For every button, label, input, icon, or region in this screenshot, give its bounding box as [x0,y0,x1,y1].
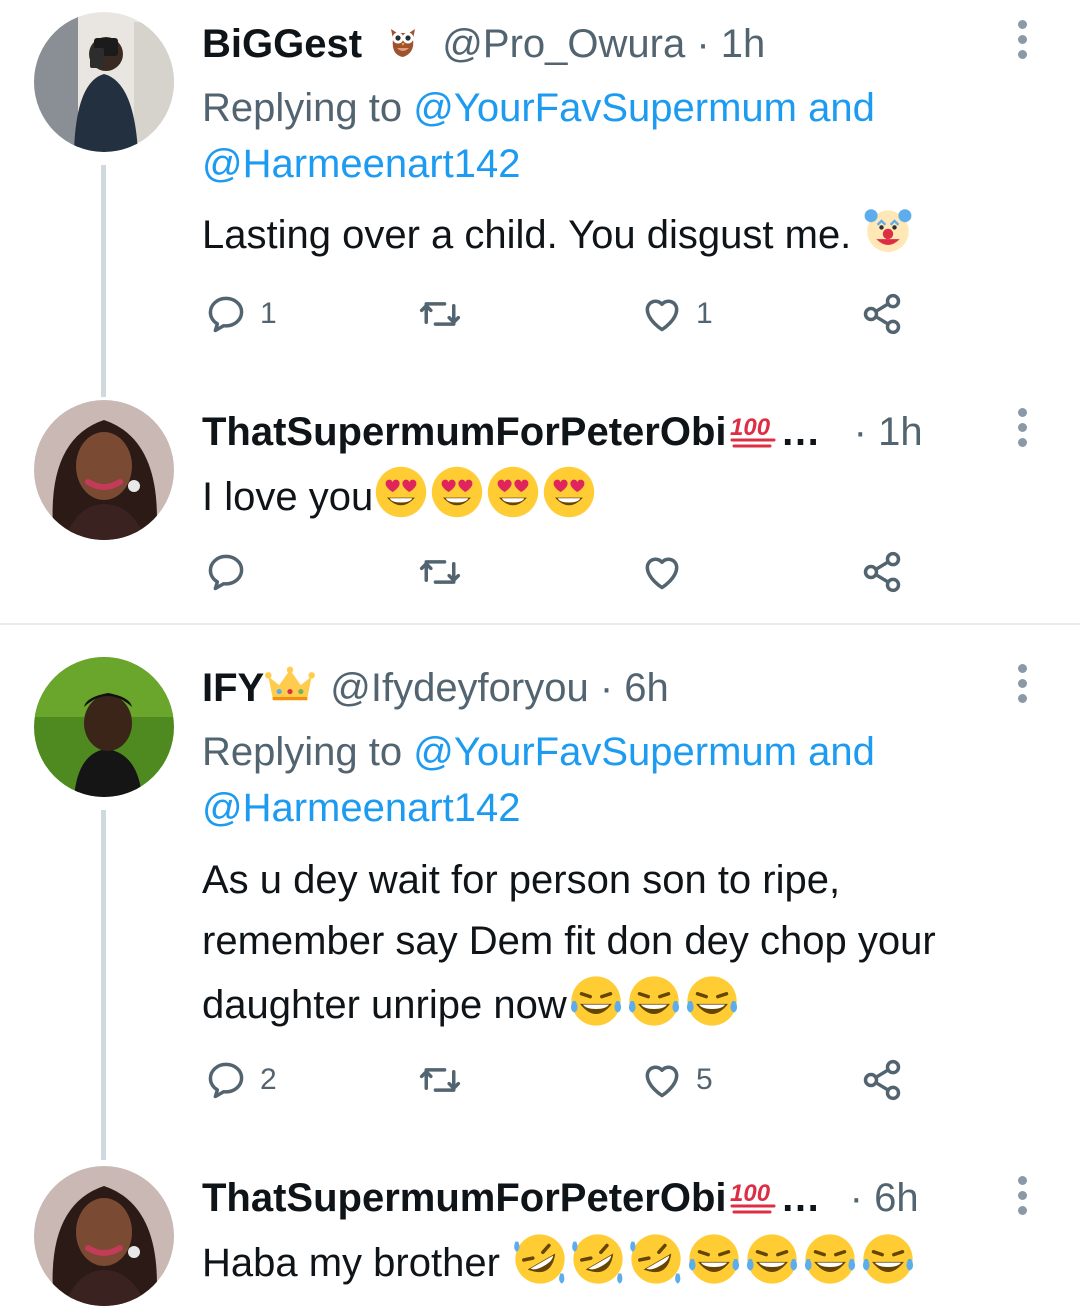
more-options-icon[interactable] [1012,1172,1034,1222]
hundred-points-emoji [727,409,781,449]
crown-emoji [264,665,316,703]
tears-of-joy-emoji [685,1230,743,1288]
display-name[interactable]: BiGGest [202,22,362,66]
thread-line [101,165,106,397]
display-name-ellipsis: … [780,1176,821,1220]
tweet-text-content: Lasting over a child. You disgust me. [202,213,863,257]
tears-of-joy-emoji [683,972,741,1030]
avatar[interactable] [34,12,174,152]
replying-to: Replying to @YourFavSupermum and @Harmee… [202,724,875,836]
clown-face-emoji [862,204,914,256]
tweet[interactable]: ThatSupermumForPeterObi … · 1h I love you [0,400,1080,624]
tweet-text-content: daughter unripe now [202,983,567,1027]
retweet-icon [418,1058,462,1102]
tweet-text: I love you [202,464,597,528]
avatar[interactable] [34,1166,174,1306]
more-options-icon[interactable] [1012,404,1034,454]
tweet-header: ThatSupermumForPeterObi … · 1h [202,406,923,458]
reply-button[interactable] [204,548,248,596]
tears-of-joy-emoji [567,972,625,1030]
heart-eyes-emoji [429,464,485,520]
display-name[interactable]: IFY [202,666,264,710]
timestamp[interactable]: · 6h [600,666,669,710]
tweet-text: Lasting over a child. You disgust me. [202,204,914,266]
reply-count: 2 [260,1063,277,1096]
heart-eyes-emoji [485,464,541,520]
tweet-text-content: I love you [202,475,374,519]
rofl-emoji [569,1230,627,1288]
tweet[interactable]: BiGGest @Pro_Owura · 1h Replying to @You… [0,0,1080,400]
share-button[interactable] [860,548,904,596]
timestamp[interactable]: · 1h [696,22,765,66]
reply-icon [204,292,248,336]
reply-button[interactable]: 2 [204,1056,277,1104]
tears-of-joy-emoji [859,1230,917,1288]
like-count: 1 [696,297,713,330]
retweet-icon [418,292,462,336]
mention-link[interactable]: @YourFavSupermum [413,730,797,774]
reply-button[interactable]: 1 [204,290,277,338]
tweet-text-line: daughter unripe now [202,972,936,1036]
tweet-text-line: remember say Dem fit don dey chop your [202,919,936,963]
replying-to-label: Replying to [202,730,414,774]
timestamp[interactable]: · 6h [850,1176,919,1220]
owl-emoji [383,21,423,61]
retweet-button[interactable] [418,548,462,596]
heart-eyes-emoji [541,464,597,520]
thread-line [101,810,106,1160]
tears-of-joy-emoji [801,1230,859,1288]
tears-of-joy-emoji [743,1230,801,1288]
hundred-points-emoji [727,1175,781,1215]
display-name[interactable]: ThatSupermumForPeterObi [202,410,727,454]
reply-icon [204,1058,248,1102]
rofl-emoji [627,1230,685,1288]
tweet-header: ThatSupermumForPeterObi … · 6h [202,1172,919,1224]
share-icon [860,550,904,594]
tweet-header: IFY @Ifydeyforyou · 6h [202,662,669,714]
retweet-icon [418,550,462,594]
replying-to: Replying to @YourFavSupermum and @Harmee… [202,80,875,192]
timestamp[interactable]: · 1h [854,410,923,454]
mention-link[interactable]: @YourFavSupermum [413,86,797,130]
heart-icon [640,550,684,594]
heart-icon [640,1058,684,1102]
and-word: and [796,730,875,774]
replying-to-label: Replying to [202,86,414,130]
handle[interactable]: @Pro_Owura [442,22,685,66]
tweet-text: Haba my brother [202,1230,917,1294]
display-name[interactable]: ThatSupermumForPeterObi [202,1176,727,1220]
tweet[interactable]: ThatSupermumForPeterObi … · 6h Haba my br… [0,1160,1080,1306]
tears-of-joy-emoji [625,972,683,1030]
reply-count: 1 [260,297,277,330]
like-button[interactable] [640,548,684,596]
thread-divider [0,623,1080,625]
tweet-header: BiGGest @Pro_Owura · 1h [202,18,765,70]
tweet-text-line: As u dey wait for person son to ripe, [202,858,841,902]
like-count: 5 [696,1063,713,1096]
avatar[interactable] [34,657,174,797]
mention-link[interactable]: @Harmeenart142 [202,786,521,830]
and-word: and [796,86,875,130]
tweet-text: As u dey wait for person son to ripe, re… [202,850,936,1036]
more-options-icon[interactable] [1012,660,1034,710]
tweet-text-content: Haba my brother [202,1241,512,1285]
heart-eyes-emoji [373,464,429,520]
like-button[interactable]: 1 [640,290,713,338]
handle[interactable]: @Ifydeyforyou [330,666,589,710]
share-icon [860,292,904,336]
share-icon [860,1058,904,1102]
share-button[interactable] [860,1056,904,1104]
more-options-icon[interactable] [1012,16,1034,66]
rofl-emoji [511,1230,569,1288]
retweet-button[interactable] [418,290,462,338]
mention-link[interactable]: @Harmeenart142 [202,142,521,186]
like-button[interactable]: 5 [640,1056,713,1104]
avatar[interactable] [34,400,174,540]
tweet[interactable]: IFY @Ifydeyforyou · 6h Replying to @YourF… [0,640,1080,1160]
reply-icon [204,550,248,594]
share-button[interactable] [860,290,904,338]
display-name-ellipsis: … [780,410,821,454]
heart-icon [640,292,684,336]
retweet-button[interactable] [418,1056,462,1104]
